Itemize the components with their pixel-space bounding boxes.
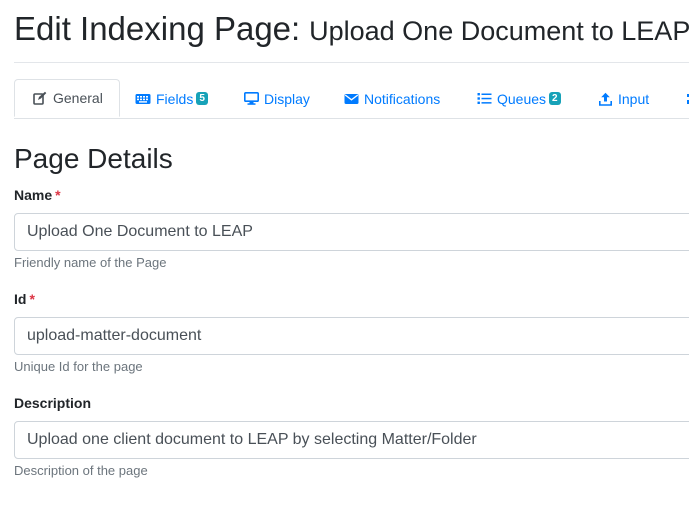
tab-bar: General Fields 5 Display Notifications Q… xyxy=(14,79,689,119)
id-input[interactable] xyxy=(14,317,689,355)
edit-indexing-page: Edit Indexing Page: Upload One Document … xyxy=(0,0,689,511)
tab-display[interactable]: Display xyxy=(243,80,310,117)
name-help-text: Friendly name of the Page xyxy=(14,255,167,270)
overflow-tab-icon xyxy=(684,91,689,107)
description-help-text: Description of the page xyxy=(14,463,148,478)
required-marker: * xyxy=(29,291,35,307)
tab-more[interactable] xyxy=(684,80,689,117)
name-label-text: Name xyxy=(14,187,53,203)
queues-count-badge: 2 xyxy=(549,92,561,105)
list-icon xyxy=(476,91,492,107)
tab-queues[interactable]: Queues 2 xyxy=(476,80,561,117)
description-input[interactable] xyxy=(14,421,689,459)
tab-fields[interactable]: Fields 5 xyxy=(135,80,208,117)
page-title-name: Upload One Document to LEAP xyxy=(309,16,689,46)
envelope-icon xyxy=(343,91,359,107)
tab-notifications[interactable]: Notifications xyxy=(343,80,440,117)
description-label: Description xyxy=(14,395,91,411)
tab-input[interactable]: Input xyxy=(597,80,649,117)
id-help-text: Unique Id for the page xyxy=(14,359,143,374)
name-label: Name * xyxy=(14,187,61,203)
keyboard-icon xyxy=(135,91,151,107)
upload-icon xyxy=(597,91,613,107)
tab-queues-label: Queues xyxy=(497,90,547,107)
tab-notifications-label: Notifications xyxy=(364,90,441,107)
header-divider xyxy=(14,62,689,63)
fields-count-badge: 5 xyxy=(196,92,208,105)
name-input[interactable] xyxy=(14,213,689,251)
page-title-prefix: Edit Indexing Page: xyxy=(14,10,301,47)
tab-general-label: General xyxy=(53,90,103,106)
required-marker: * xyxy=(55,187,61,203)
description-label-text: Description xyxy=(14,395,92,411)
page-title: Edit Indexing Page: Upload One Document … xyxy=(14,10,689,48)
id-label: Id * xyxy=(14,291,35,307)
id-label-text: Id xyxy=(14,291,27,307)
tab-general[interactable]: General xyxy=(14,79,120,117)
tab-input-label: Input xyxy=(618,90,650,107)
section-title: Page Details xyxy=(14,143,173,174)
edit-icon xyxy=(32,90,48,106)
desktop-icon xyxy=(243,91,259,107)
tab-fields-label: Fields xyxy=(156,90,194,107)
tab-display-label: Display xyxy=(264,90,310,107)
